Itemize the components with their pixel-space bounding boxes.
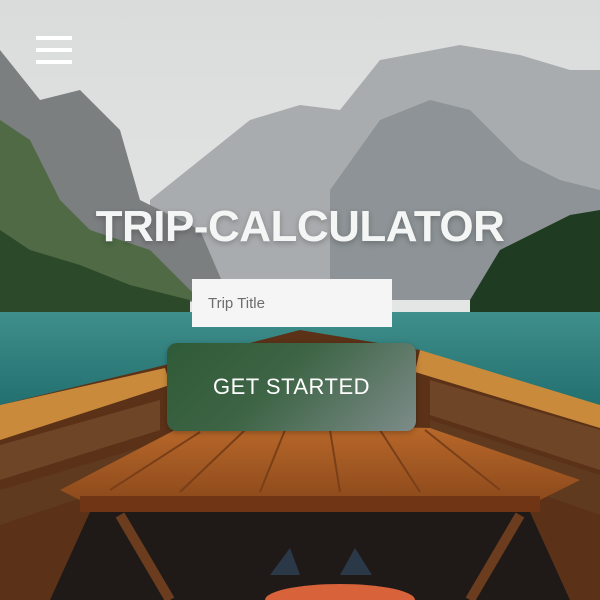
hamburger-menu-icon[interactable] [36, 36, 72, 66]
page-title: TRIP-CALCULATOR [95, 202, 505, 251]
get-started-button[interactable]: GET STARTED [167, 343, 416, 431]
menu-bar-top [36, 36, 72, 40]
trip-title-input[interactable] [192, 279, 392, 327]
menu-bar-middle [36, 48, 72, 52]
menu-bar-bottom [36, 60, 72, 64]
